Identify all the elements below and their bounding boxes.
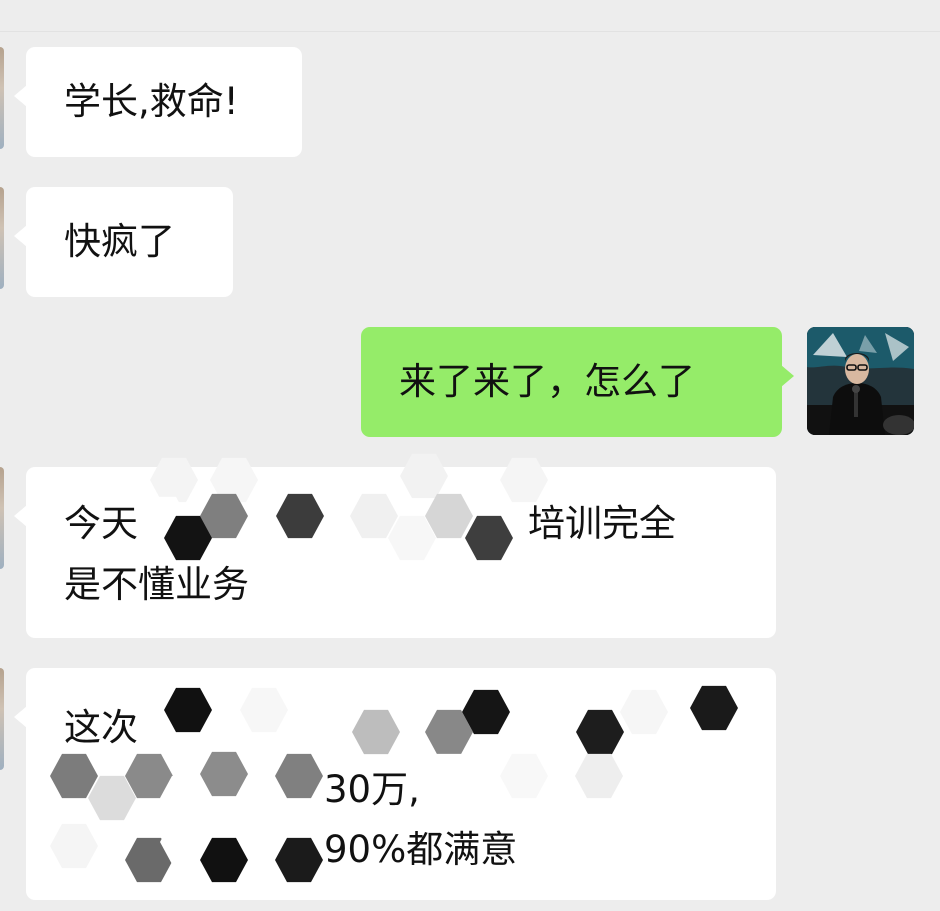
message-text: 是不懂业务 [64,563,249,606]
contact-avatar[interactable] [0,47,4,149]
message-bubble[interactable]: 学长,救命! [14,47,302,157]
message-text: 快疯了 [64,220,175,263]
chat-header-bar [0,0,940,32]
message-text: 培训完全 [528,502,676,545]
message-text: 学长,救命! [64,80,239,123]
message-bubble-own[interactable]: 来了来了，怎么了 [361,327,794,437]
person-speaking-avatar-icon[interactable] [807,327,914,435]
message-text: 今天 [64,502,138,545]
contact-avatar[interactable] [0,467,4,569]
contact-avatar[interactable] [0,668,4,770]
contact-avatar[interactable] [0,187,4,289]
message-text: 90%都满意 [324,828,518,871]
message-bubble[interactable]: 快疯了 [14,187,233,297]
message-text: 30万, [324,768,420,811]
message-text: 来了来了，怎么了 [399,360,695,403]
message-text: 这次 [64,706,138,749]
